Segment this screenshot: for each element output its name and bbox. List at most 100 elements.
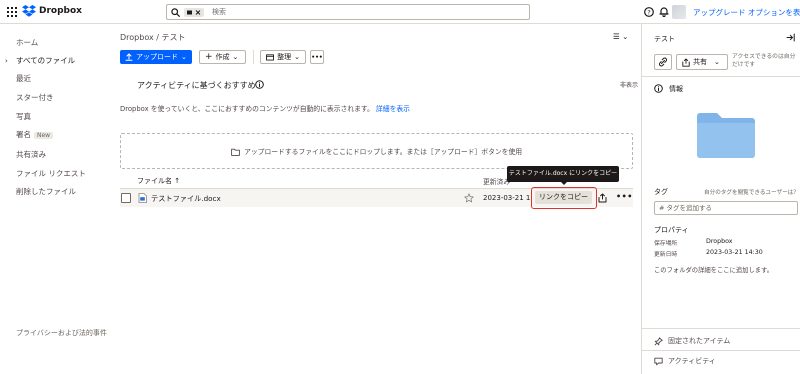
word-document-icon xyxy=(138,193,147,203)
activity-section[interactable]: アクティビティ xyxy=(654,356,716,366)
svg-text:?: ? xyxy=(647,8,650,16)
share-button-label: 共有 xyxy=(693,58,707,66)
plus-icon: + xyxy=(205,52,213,62)
drop-zone-text: アップロードするファイルをここにドロップします。または［アップロード］ボタンを使… xyxy=(121,146,632,156)
organize-button-label: 整理 xyxy=(277,53,292,61)
search-filter-chip[interactable] xyxy=(184,8,204,17)
upload-icon xyxy=(125,53,133,61)
organize-icon xyxy=(266,54,275,61)
suggestions-description-text: Dropbox を使っていくと、ここにおすすめのコンテンツが自動的に表示されます… xyxy=(120,105,374,113)
toolbar-divider xyxy=(253,50,254,64)
search-input[interactable] xyxy=(212,6,512,18)
copy-link-button[interactable]: リンクをコピー xyxy=(535,191,592,204)
folder-icon xyxy=(697,113,755,158)
logo-text: Dropbox xyxy=(39,6,82,16)
copy-link-tooltip: テストファイル.docx にリンクをコピー xyxy=(507,166,619,182)
sidebar: › ホーム すべてのファイル 最近 スター付き 写真 署名 New 共有済み ファ… xyxy=(0,25,112,374)
collapse-panel-icon[interactable] xyxy=(786,33,795,42)
drop-zone-label: アップロードするファイルをここにドロップします。または［アップロード］ボタンを使… xyxy=(244,148,523,156)
sidebar-item-recent[interactable]: 最近 xyxy=(16,73,31,84)
suggestions-description: Dropbox を使っていくと、ここにおすすめのコンテンツが自動的に表示されます… xyxy=(120,103,410,113)
property-value: Dropbox xyxy=(706,238,733,245)
upload-button-label: アップロード xyxy=(136,53,178,61)
chevron-down-icon: ⌄ xyxy=(714,58,720,66)
suggestions-title: アクティビティに基づくおすすめ xyxy=(137,81,256,90)
activity-label: アクティビティ xyxy=(668,357,716,365)
chevron-down-icon: ⌄ xyxy=(294,53,300,61)
top-bar: Dropbox ? アップグレード オプションを表示 xyxy=(0,0,800,24)
details-link[interactable]: 詳細を表示 xyxy=(376,105,410,113)
tags-label: タグ xyxy=(654,188,668,196)
access-info-text: アクセスできるのは自分だけです xyxy=(732,54,796,68)
property-key: 更新日時 xyxy=(654,252,678,258)
folder-filter-icon xyxy=(187,10,201,15)
create-button[interactable]: + 作成 ⌄ xyxy=(199,50,246,64)
share-icon xyxy=(682,58,690,67)
upgrade-link[interactable]: アップグレード オプションを表示 xyxy=(693,7,800,18)
more-actions-button[interactable]: ••• xyxy=(310,50,324,64)
row-more-button[interactable]: ••• xyxy=(616,192,633,201)
sidebar-item-signature[interactable]: 署名 New xyxy=(16,129,54,140)
copy-link-panel-button[interactable] xyxy=(654,54,672,70)
activity-icon xyxy=(654,357,663,365)
property-key: 保存場所 xyxy=(654,241,678,247)
details-panel: テスト 共有 ⌄ アクセスできるのは自分だけです 情報 タグ 自分のタグを閲覧で… xyxy=(641,24,800,374)
chevron-down-icon: ⌄ xyxy=(232,53,239,61)
upload-folder-icon xyxy=(231,148,240,156)
privacy-link[interactable]: プライバシーおよび法的事件 xyxy=(16,328,108,339)
tag-visibility-hint[interactable]: 自分のタグを閲覧できるユーザーは？ ⓘ xyxy=(704,188,800,196)
more-icon: ••• xyxy=(311,53,323,61)
help-icon[interactable]: ? xyxy=(644,7,654,17)
dropbox-logo[interactable]: Dropbox xyxy=(22,5,82,17)
tag-input[interactable] xyxy=(654,201,798,215)
panel-divider xyxy=(642,328,800,329)
avatar[interactable] xyxy=(672,5,686,19)
dropbox-icon xyxy=(22,5,36,17)
sidebar-item-all-files[interactable]: すべてのファイル xyxy=(16,55,75,66)
sidebar-item-file-requests[interactable]: ファイル リクエスト xyxy=(16,168,86,179)
app-grid-icon[interactable] xyxy=(7,7,17,17)
star-icon[interactable] xyxy=(464,193,474,203)
sidebar-item-label: 署名 xyxy=(16,130,31,139)
info-section-label: 情報 xyxy=(669,85,683,93)
sidebar-item-home[interactable]: ホーム xyxy=(16,37,38,48)
chevron-right-icon: › xyxy=(5,57,8,65)
bell-icon[interactable] xyxy=(659,6,669,17)
file-name[interactable]: テストファイル.docx xyxy=(151,194,221,204)
panel-divider xyxy=(642,350,800,351)
create-button-label: 作成 xyxy=(215,53,230,61)
copy-link-highlight: リンクをコピー xyxy=(531,187,597,209)
search-bar[interactable] xyxy=(166,4,530,20)
row-checkbox[interactable] xyxy=(121,193,131,203)
hide-suggestions-button[interactable]: 非表示 xyxy=(620,80,638,89)
sidebar-item-shared[interactable]: 共有済み xyxy=(16,149,46,160)
details-panel-title: テスト xyxy=(654,35,675,43)
view-options-button[interactable]: ☰ ⌄ xyxy=(613,32,628,41)
pin-icon xyxy=(654,336,663,346)
sidebar-item-starred[interactable]: スター付き xyxy=(16,92,54,103)
drop-zone[interactable]: アップロードするファイルをここにドロップします。または［アップロード］ボタンを使… xyxy=(120,133,633,169)
panel-divider xyxy=(642,76,800,77)
pinned-items-section[interactable]: 固定されたアイテム xyxy=(654,336,730,346)
link-icon xyxy=(659,57,667,67)
properties-title: プロパティ xyxy=(654,226,689,234)
column-name-header[interactable]: ファイル名 ↑ xyxy=(137,176,180,186)
tooltip-arrow xyxy=(560,181,568,185)
share-icon[interactable] xyxy=(598,193,607,203)
property-value: 2023-03-21 14:30 xyxy=(706,249,763,256)
new-badge: New xyxy=(34,132,54,139)
sidebar-item-photos[interactable]: 写真 xyxy=(16,111,31,122)
breadcrumb[interactable]: Dropbox / テスト xyxy=(120,32,186,43)
share-button[interactable]: 共有 ⌄ xyxy=(676,54,728,70)
file-updated-date: 2023-03-21 1 xyxy=(483,194,531,202)
pinned-items-label: 固定されたアイテム xyxy=(668,337,731,345)
chevron-down-icon: ⌄ xyxy=(181,53,187,61)
sidebar-item-deleted-files[interactable]: 削除したファイル xyxy=(16,186,76,197)
tag-visibility-hint-text: 自分のタグを閲覧できるユーザーは？ xyxy=(704,190,799,196)
search-icon xyxy=(171,8,180,17)
folder-description-link[interactable]: このフォルダの詳細をここに追加します。 xyxy=(654,265,773,274)
organize-button[interactable]: 整理 ⌄ xyxy=(260,50,306,64)
upload-button[interactable]: アップロード ⌄ xyxy=(120,50,192,64)
info-icon[interactable] xyxy=(255,80,264,89)
info-icon xyxy=(654,84,663,93)
